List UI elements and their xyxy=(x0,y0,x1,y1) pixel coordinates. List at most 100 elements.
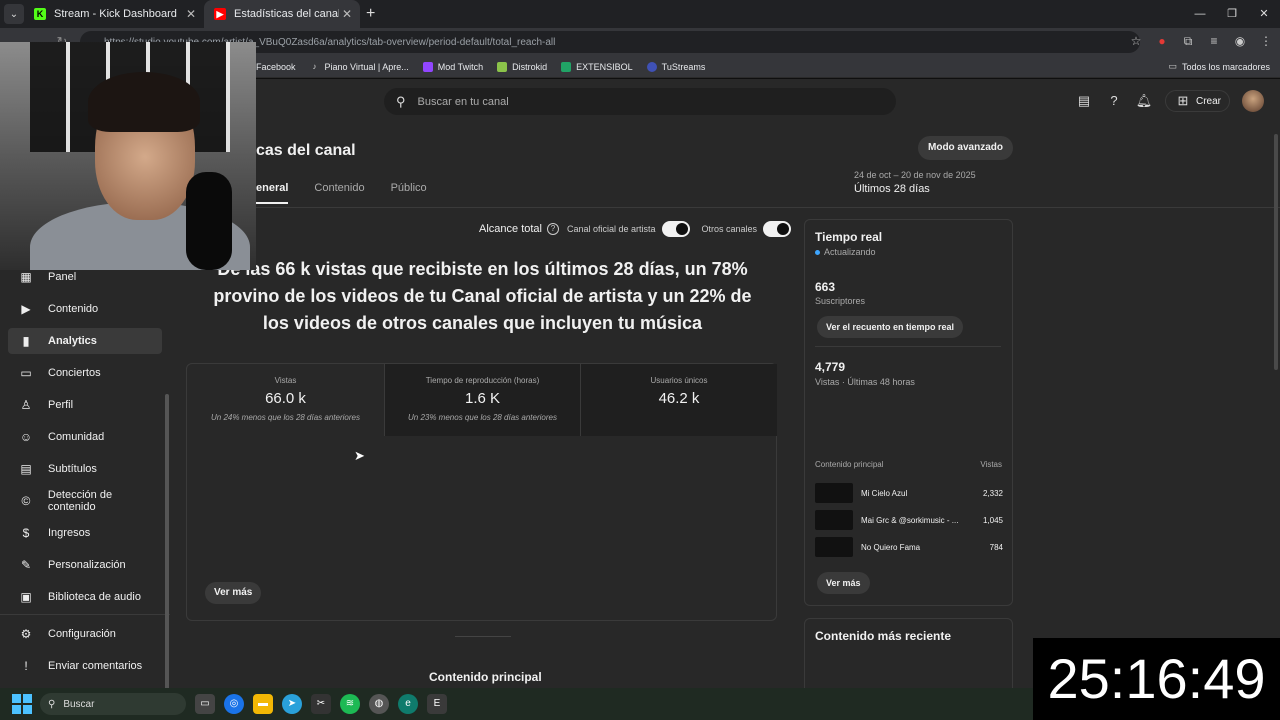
avatar[interactable] xyxy=(1242,90,1264,112)
notifications-icon[interactable]: 🔔︎ xyxy=(1135,92,1153,110)
restore-icon[interactable]: ❐ xyxy=(1216,0,1248,28)
bookmark-distrokid[interactable]: Distrokid xyxy=(497,61,547,72)
all-bookmarks[interactable]: ▭ Todos los marcadores xyxy=(1168,61,1270,72)
close-icon[interactable]: ✕ xyxy=(186,7,196,21)
edge-icon[interactable]: e xyxy=(398,694,418,714)
metric-views[interactable]: Vistas 66.0 k Un 24% menos que los 28 dí… xyxy=(187,364,384,436)
extensions-icon[interactable]: ⧉ xyxy=(1180,32,1196,50)
sidebar-item-feedback[interactable]: ! Enviar comentarios xyxy=(8,653,162,679)
bookmark-label: EXTENSIBOL xyxy=(576,61,633,72)
file-explorer-icon[interactable]: ▬ xyxy=(253,694,273,714)
sidebar-item-label: Panel xyxy=(48,271,77,283)
bookmark-star-icon[interactable]: ☆ xyxy=(1128,32,1144,50)
see-more-button[interactable]: Ver más xyxy=(205,582,262,604)
list-item[interactable]: Mai Grc & @sorkimusic - ... 1,045 xyxy=(815,510,1003,530)
sidebar-item-earn[interactable]: $ Ingresos xyxy=(8,520,162,546)
metric-unique-viewers[interactable]: Usuarios únicos 46.2 k xyxy=(581,364,777,436)
help-icon[interactable]: ? xyxy=(1105,92,1123,110)
search-placeholder: Buscar en tu canal xyxy=(417,95,509,108)
sidebar-item-analytics[interactable]: ▮ Analytics xyxy=(8,328,162,354)
media-icon[interactable]: ≡ xyxy=(1206,32,1222,50)
spotify-icon[interactable]: ≋ xyxy=(340,694,360,714)
sidebar-item-subtitles[interactable]: ▤ Subtítulos xyxy=(8,456,162,482)
sidebar-item-label: Personalización xyxy=(48,559,126,571)
create-button[interactable]: ⊞ Crear xyxy=(1164,90,1230,112)
subtitles-icon: ▤ xyxy=(20,462,32,476)
bookmark-extensibol[interactable]: EXTENSIBOL xyxy=(561,61,633,72)
telegram-icon[interactable]: ➤ xyxy=(282,694,302,714)
new-tab-button[interactable]: + xyxy=(366,5,375,23)
sidebar-item-customization[interactable]: ✎ Personalización xyxy=(8,552,162,578)
bookmark-piano[interactable]: ♪ Piano Virtual | Apre... xyxy=(310,62,409,72)
list-item[interactable]: No Quiero Fama 784 xyxy=(815,537,1003,557)
comments-icon[interactable]: ▤ xyxy=(1075,92,1093,110)
tab-audience[interactable]: Público xyxy=(391,182,427,204)
sidebar-item-content[interactable]: ▶ Contenido xyxy=(8,296,162,322)
toggle-label-other: Otros canales xyxy=(701,224,758,234)
obs-icon[interactable]: ◍ xyxy=(369,694,389,714)
sidebar-divider xyxy=(0,614,170,615)
sidebar-item-copyright[interactable]: © Detección de contenido xyxy=(8,488,162,514)
capcut-icon[interactable]: ✂ xyxy=(311,694,331,714)
bookmark-facebook[interactable]: Facebook xyxy=(256,62,296,72)
close-window-icon[interactable]: ✕ xyxy=(1248,0,1280,28)
sidebar-item-community[interactable]: ☺ Comunidad xyxy=(8,424,162,450)
sidebar-item-label: Comunidad xyxy=(48,431,105,443)
sidebar-item-label: Biblioteca de audio xyxy=(48,591,141,603)
browser-tab-kick[interactable]: K Stream - Kick Dashboard ✕ xyxy=(24,0,204,28)
taskbar-search[interactable]: ⚲ Buscar xyxy=(40,693,186,715)
windows-start-icon[interactable] xyxy=(12,694,32,714)
advanced-mode-button[interactable]: Modo avanzado xyxy=(918,136,1014,160)
bookmark-tustreams[interactable]: TuStreams xyxy=(646,61,706,72)
sidebar-item-profile[interactable]: ♙ Perfil xyxy=(8,392,162,418)
sidebar-item-concerts[interactable]: ▭ Conciertos xyxy=(8,360,162,386)
recent-content-card: Contenido más reciente xyxy=(804,618,1013,698)
minimize-icon[interactable]: — xyxy=(1184,0,1216,28)
stream-timer: 25:16:49 xyxy=(1033,638,1280,720)
tab-content[interactable]: Contenido xyxy=(314,182,364,204)
piano-icon: ♪ xyxy=(312,61,317,71)
content-icon: ▶ xyxy=(21,302,31,316)
bookmark-mod-twitch[interactable]: Mod Twitch xyxy=(422,61,483,72)
toolbar-icons: ☆ ● ⧉ ≡ ◉ ⋮ xyxy=(1128,32,1274,50)
video-thumbnail xyxy=(815,537,853,557)
sidebar-item-settings[interactable]: ⚙ Configuración xyxy=(8,621,162,647)
task-view-icon[interactable]: ▭ xyxy=(195,694,215,714)
tab-search-button[interactable]: ⌄ xyxy=(4,4,24,24)
sidebar-item-audio-library[interactable]: ▣ Biblioteca de audio xyxy=(8,584,162,610)
sidebar-item-label: Configuración xyxy=(48,628,116,640)
profile-icon[interactable]: ◉ xyxy=(1232,32,1248,50)
close-icon[interactable]: ✕ xyxy=(342,7,352,21)
realtime-views-label: Vistas · Últimas 48 horas xyxy=(815,377,915,387)
chrome-icon[interactable]: ◎ xyxy=(224,694,244,714)
browser-tab-youtube[interactable]: ▶ Estadísticas del canal - YouTube ✕ xyxy=(204,0,360,28)
other-channels-toggle[interactable] xyxy=(763,221,792,237)
all-bookmarks-label: Todos los marcadores xyxy=(1181,61,1270,72)
list-item[interactable]: Mi Cielo Azul 2,332 xyxy=(815,483,1003,503)
earn-icon: $ xyxy=(22,526,30,540)
metric-watch-time[interactable]: Tiempo de reproducción (horas) 1.6 K Un … xyxy=(384,364,581,436)
metric-comparison: Un 23% menos que los 28 días anteriores xyxy=(408,413,557,422)
taskbar-search-label: Buscar xyxy=(63,698,95,710)
menu-icon[interactable]: ⋮ xyxy=(1258,32,1274,50)
metric-label: Usuarios únicos xyxy=(650,376,708,385)
kick-icon: K xyxy=(34,8,46,20)
channel-search-input[interactable]: ⚲ Buscar en tu canal xyxy=(384,88,896,115)
main-content: cas del canal eneral Contenido Público M… xyxy=(170,124,1280,698)
realtime-see-more-button[interactable]: Ver más xyxy=(817,572,870,594)
bookmark-label: TuStreams xyxy=(661,61,706,72)
realtime-count-button[interactable]: Ver el recuento en tiempo real xyxy=(817,316,964,338)
tab-general[interactable]: eneral xyxy=(256,182,289,204)
date-period-selector[interactable]: Últimos 28 días xyxy=(854,183,930,195)
bookmark-label: Facebook xyxy=(256,61,296,72)
date-range[interactable]: 24 de oct – 20 de nov de 2025 xyxy=(854,170,976,180)
customization-icon: ✎ xyxy=(20,558,32,572)
artist-channel-toggle[interactable] xyxy=(661,221,690,237)
main-scrollbar[interactable] xyxy=(1274,134,1278,370)
extension-red-icon[interactable]: ● xyxy=(1154,32,1170,50)
sidebar-scrollbar[interactable] xyxy=(165,394,169,720)
reach-headline: De las 66 k vistas que recibiste en los … xyxy=(213,259,752,333)
realtime-views: 4,779 xyxy=(815,360,846,374)
epic-games-icon[interactable]: E xyxy=(427,694,447,714)
help-icon[interactable]: ? xyxy=(546,223,559,235)
